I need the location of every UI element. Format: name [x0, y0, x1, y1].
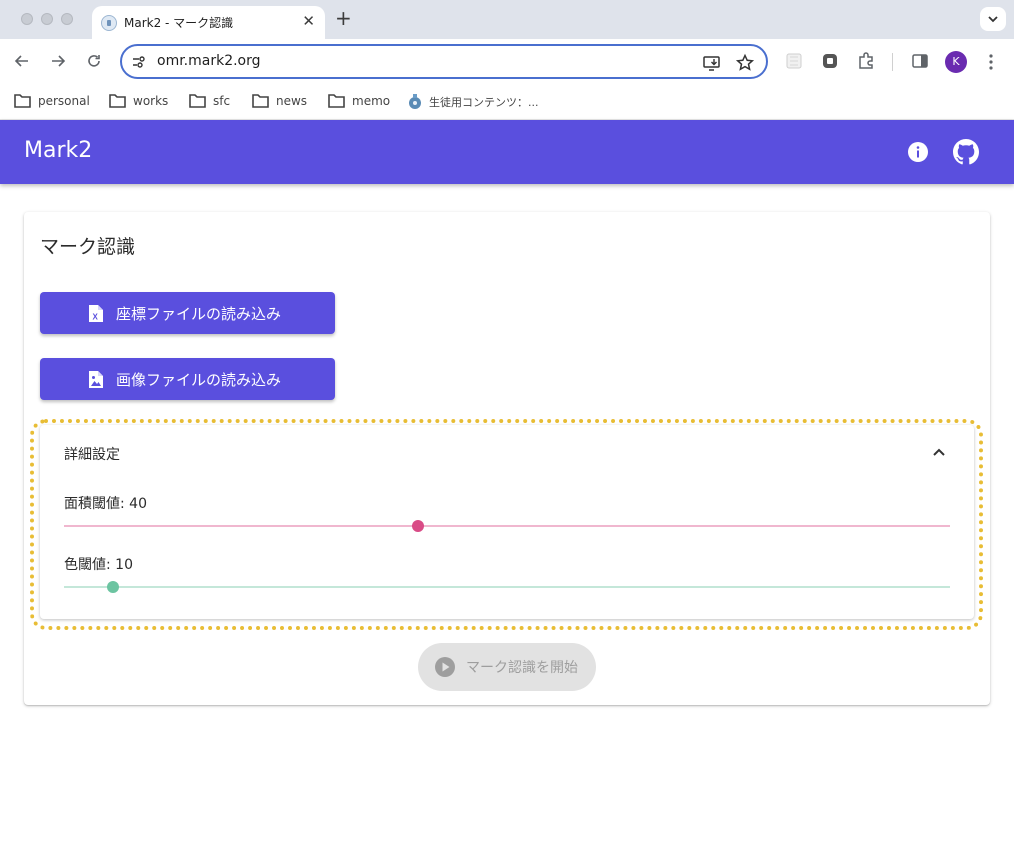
folder-icon: [109, 94, 126, 108]
excel-file-icon: X: [89, 305, 103, 322]
browser-menu-icon[interactable]: [988, 53, 994, 71]
color-threshold-slider-track[interactable]: [64, 586, 950, 588]
folder-icon: [328, 94, 345, 108]
tab-title: Mark2 - マーク認識: [124, 16, 234, 30]
bookmark-label: memo: [352, 94, 391, 108]
window-zoom-button[interactable]: [61, 13, 73, 25]
load-coordinates-label: 座標ファイルの読み込み: [116, 305, 282, 323]
site-favicon-icon: [101, 15, 117, 31]
bookmark-star-icon[interactable]: [735, 53, 755, 73]
bookmark-label: works: [133, 94, 169, 108]
url-text[interactable]: omr.mark2.org: [157, 53, 261, 69]
color-threshold-label: 色閾値: 10: [64, 557, 133, 573]
app-header: Mark2: [0, 120, 1014, 184]
extension-puzzle-dark-icon[interactable]: [820, 51, 840, 71]
forward-arrow-icon[interactable]: [48, 51, 68, 71]
info-icon[interactable]: [906, 140, 930, 164]
browser-tab-active[interactable]: Mark2 - マーク認識 ✕: [92, 6, 325, 39]
extension-grid-icon[interactable]: [784, 51, 804, 71]
load-image-label: 画像ファイルの読み込み: [116, 371, 282, 389]
window-minimize-button[interactable]: [41, 13, 53, 25]
app-title: Mark2: [24, 138, 93, 163]
extensions-icon[interactable]: [856, 51, 876, 71]
play-circle-icon: [435, 657, 455, 677]
window-close-button[interactable]: [21, 13, 33, 25]
area-threshold-slider-thumb[interactable]: [412, 520, 425, 532]
folder-icon: [189, 94, 206, 108]
folder-icon: [252, 94, 269, 108]
start-recognition-label: マーク認識を開始: [466, 660, 578, 676]
start-recognition-button[interactable]: マーク認識を開始: [418, 643, 596, 691]
install-app-icon[interactable]: [702, 53, 722, 73]
reload-icon[interactable]: [84, 51, 104, 71]
bookmark-label: sfc: [213, 94, 231, 108]
load-image-file-button[interactable]: 画像ファイルの読み込み: [40, 358, 335, 400]
chevron-down-icon: [988, 16, 998, 23]
folder-icon: [14, 94, 31, 108]
profile-avatar[interactable]: K: [945, 51, 967, 73]
toolbar-divider: [892, 53, 893, 71]
area-threshold-label: 面積閾値: 40: [64, 496, 147, 512]
browser-toolbar: omr.mark2.org K: [0, 39, 1014, 85]
image-file-icon: [89, 371, 103, 388]
site-settings-icon[interactable]: [132, 55, 146, 69]
color-threshold-slider-thumb[interactable]: [107, 581, 120, 593]
bookmark-label: personal: [38, 94, 90, 108]
advanced-settings-title[interactable]: 詳細設定: [64, 444, 120, 464]
bookmark-label: 生徒用コンテンツ：...: [429, 96, 539, 109]
github-icon[interactable]: [953, 139, 979, 165]
svg-text:X: X: [93, 313, 99, 322]
side-panel-icon[interactable]: [910, 51, 930, 71]
advanced-settings-panel: 詳細設定 面積閾値: 40 色閾値: 10: [40, 425, 974, 619]
area-threshold-slider-track[interactable]: [64, 525, 950, 527]
bookmark-favicon-icon: [409, 94, 421, 109]
address-bar[interactable]: omr.mark2.org: [120, 44, 768, 79]
bookmark-label: news: [276, 94, 308, 108]
mark-recognition-card: マーク認識 X 座標ファイルの読み込み 画像ファイルの読み込み 詳細設定 面積閾…: [24, 212, 990, 705]
card-title: マーク認識: [40, 236, 136, 258]
back-arrow-icon[interactable]: [12, 51, 32, 71]
tab-close-icon[interactable]: ✕: [302, 12, 315, 30]
browser-tab-strip: Mark2 - マーク認識 ✕ +: [0, 0, 1014, 39]
load-coordinates-file-button[interactable]: X 座標ファイルの読み込み: [40, 292, 335, 334]
chevron-up-icon[interactable]: [932, 447, 946, 457]
new-tab-button[interactable]: +: [335, 7, 352, 29]
tab-search-button[interactable]: [980, 7, 1006, 31]
bookmarks-bar: personal works sfc news memo 生徒用コンテンツ：..…: [0, 85, 1014, 120]
